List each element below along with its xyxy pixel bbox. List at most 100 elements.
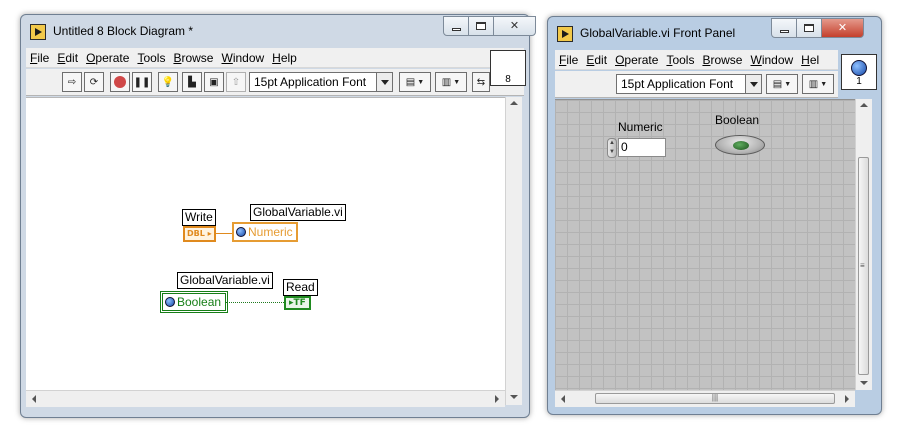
scroll-down-icon[interactable] (860, 381, 868, 385)
align-objects-icon: ▤ (772, 78, 783, 90)
close-icon: ✕ (509, 19, 520, 32)
chevron-down-icon: ▼ (784, 80, 792, 88)
retain-values-icon: ▙ (188, 76, 196, 88)
maximize-button[interactable] (796, 18, 822, 38)
increment-decrement-button[interactable]: ▲ ▼ (607, 138, 617, 158)
chevron-down-icon (376, 73, 392, 91)
orange-numeric-wire[interactable] (215, 233, 233, 234)
distribute-objects-button[interactable]: ▥ ▼ (435, 72, 467, 92)
menu-help[interactable]: Help (268, 51, 301, 65)
menu-tools[interactable]: Tools (662, 53, 698, 67)
block-diagram-window: Untitled 8 Block Diagram * ✕ File Edit O… (20, 14, 536, 418)
close-button[interactable]: ✕ (821, 18, 864, 38)
global-variable-boolean-read[interactable]: Boolean (160, 291, 229, 313)
vertical-scrollbar[interactable] (505, 97, 522, 405)
lightbulb-icon: 💡 (161, 76, 175, 88)
run-continuously-button[interactable]: ⟳ (84, 72, 104, 92)
global-variable-name: Numeric (248, 225, 293, 239)
abort-button[interactable] (110, 72, 130, 92)
distribute-objects-button[interactable]: ▥ ▼ (802, 74, 834, 94)
menu-browse[interactable]: Browse (698, 53, 746, 67)
scroll-left-icon[interactable] (561, 395, 565, 403)
font-select-value: 15pt Application Font (254, 75, 367, 89)
boolean-led-button[interactable] (715, 135, 765, 155)
menu-browse[interactable]: Browse (169, 51, 217, 65)
close-button[interactable]: ✕ (493, 16, 536, 36)
align-objects-button[interactable]: ▤ ▼ (766, 74, 798, 94)
align-objects-button[interactable]: ▤ ▼ (399, 72, 431, 92)
boolean-indicator-terminal[interactable]: ▸TF (284, 296, 311, 310)
menu-bar: File Edit Operate Tools Browse Window He… (555, 50, 838, 70)
scroll-up-icon[interactable] (860, 103, 868, 107)
vertical-scrollbar[interactable]: ≡ (855, 99, 872, 390)
font-select-value: 15pt Application Font (621, 77, 734, 91)
menu-edit[interactable]: Edit (582, 53, 611, 67)
run-continuously-icon: ⟳ (89, 76, 99, 88)
menu-window[interactable]: Window (746, 53, 797, 67)
horizontal-scrollbar[interactable]: ||| (555, 390, 855, 407)
scroll-up-icon[interactable] (510, 101, 518, 105)
horizontal-scroll-thumb[interactable]: ||| (595, 393, 835, 404)
globe-icon (165, 297, 175, 307)
step-into-button[interactable]: ▣ (204, 72, 224, 92)
vi-icon-number: 8 (505, 74, 511, 85)
toolbar: 15pt Application Font ▤ ▼ ▥ ▼ (555, 71, 838, 98)
globe-icon (236, 227, 246, 237)
led-indicator-icon (733, 141, 749, 150)
front-panel-canvas[interactable]: Numeric ▲ ▼ 0 Boolean (555, 99, 855, 390)
step-out-icon: ⇧ (231, 76, 241, 88)
numeric-control[interactable]: 0 (618, 138, 666, 157)
minimize-button[interactable] (443, 16, 469, 36)
minimize-button[interactable] (771, 18, 797, 38)
chevron-down-icon (745, 75, 761, 93)
distribute-objects-icon: ▥ (441, 76, 452, 88)
font-select[interactable]: 15pt Application Font (249, 72, 393, 92)
menu-file[interactable]: File (26, 51, 53, 65)
chevron-down-icon: ▼ (820, 80, 828, 88)
menu-tools[interactable]: Tools (133, 51, 169, 65)
horizontal-scrollbar[interactable] (26, 390, 505, 407)
global-variable-numeric-write[interactable]: Numeric (232, 222, 298, 242)
chevron-down-icon: ▼ (417, 78, 425, 86)
front-panel-titlebar[interactable]: GlobalVariable.vi Front Panel ✕ (548, 17, 881, 49)
highlight-execution-button[interactable]: 💡 (158, 72, 178, 92)
font-select[interactable]: 15pt Application Font (616, 74, 762, 94)
grip-icon: ||| (711, 393, 719, 402)
grip-icon: ≡ (860, 261, 865, 270)
close-icon: ✕ (837, 21, 848, 34)
run-button[interactable]: ⇨ (62, 72, 82, 92)
menu-operate[interactable]: Operate (82, 51, 133, 65)
toolbar: ⇨ ⟳ ❚❚ 💡 ▙ ▣ ⇧ 15pt Application Font ▤ ▼ … (26, 69, 524, 96)
block-diagram-titlebar[interactable]: Untitled 8 Block Diagram * ✕ (21, 15, 536, 47)
vi-icon[interactable]: 8 (490, 50, 526, 86)
window-title: Untitled 8 Block Diagram * (53, 24, 194, 38)
step-into-icon: ▣ (209, 76, 219, 88)
scroll-right-icon[interactable] (495, 395, 499, 403)
pause-button[interactable]: ❚❚ (132, 72, 152, 92)
maximize-button[interactable] (468, 16, 494, 36)
reorder-icon: ⇆ (476, 76, 486, 88)
scroll-down-icon[interactable] (510, 395, 518, 399)
menu-help[interactable]: Hel (797, 53, 823, 67)
retain-wire-values-button[interactable]: ▙ (182, 72, 202, 92)
menu-file[interactable]: File (555, 53, 582, 67)
scroll-right-icon[interactable] (845, 395, 849, 403)
menu-edit[interactable]: Edit (53, 51, 82, 65)
global-variable-name: Boolean (177, 295, 222, 309)
minimize-icon (451, 27, 461, 31)
scroll-left-icon[interactable] (32, 395, 36, 403)
menu-window[interactable]: Window (217, 51, 268, 65)
vi-icon[interactable]: 1 (841, 54, 877, 90)
block-diagram-canvas[interactable]: Write DBL ▸ GlobalVariable.vi Numeric Gl… (26, 97, 505, 405)
write-label: Write (182, 209, 216, 226)
numeric-constant-terminal[interactable]: DBL ▸ (183, 226, 216, 242)
menu-operate[interactable]: Operate (611, 53, 662, 67)
reorder-button[interactable]: ⇆ (472, 72, 490, 92)
maximize-icon (476, 22, 486, 30)
boolean-control-label: Boolean (715, 113, 760, 127)
green-boolean-wire[interactable] (226, 302, 284, 303)
run-arrow-icon: ⇨ (67, 76, 77, 88)
dbl-type-text: DBL (187, 229, 205, 238)
step-out-button[interactable]: ⇧ (226, 72, 246, 92)
front-panel-window: GlobalVariable.vi Front Panel ✕ File Edi… (547, 16, 882, 415)
